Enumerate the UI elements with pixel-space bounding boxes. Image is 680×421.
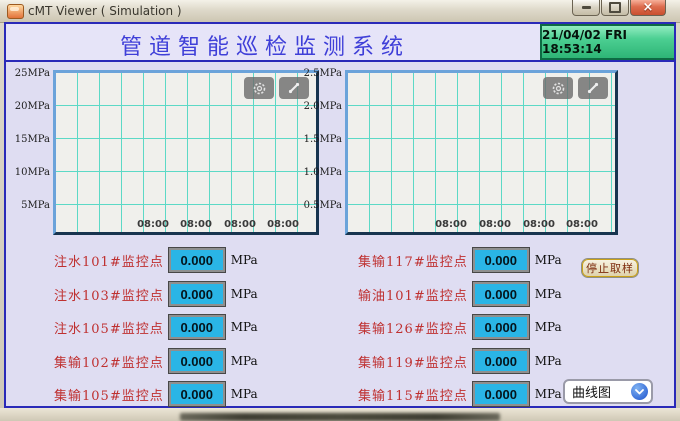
y-tick: 15MPa xyxy=(6,134,50,145)
monitor-row: 集输102#监控点 0.000 MPa xyxy=(54,350,258,372)
monitor-value: 0.000 xyxy=(169,315,225,339)
monitor-row: 集输115#监控点 0.000 MPa xyxy=(358,383,562,405)
window-bottom-frame xyxy=(0,408,680,421)
monitor-label: 集输126#监控点 xyxy=(358,318,468,337)
monitor-row: 注水103#监控点 0.000 MPa xyxy=(54,283,258,305)
monitor-label: 集输119#监控点 xyxy=(358,352,468,371)
monitor-unit: MPa xyxy=(535,253,562,267)
monitor-row: 集输126#监控点 0.000 MPa xyxy=(358,316,562,338)
monitor-label: 集输117#监控点 xyxy=(358,251,468,270)
close-button[interactable]: × xyxy=(630,0,666,16)
x-tick: 08:00 xyxy=(435,219,467,230)
x-tick: 08:00 xyxy=(180,219,212,230)
monitor-row: 集输105#监控点 0.000 MPa xyxy=(54,383,258,405)
monitor-label: 注水105#监控点 xyxy=(54,318,164,337)
monitor-value: 0.000 xyxy=(169,382,225,406)
monitor-value: 0.000 xyxy=(169,282,225,306)
chevron-down-icon xyxy=(635,389,644,395)
monitor-row: 注水101#监控点 0.000 MPa xyxy=(54,249,258,271)
x-tick: 08:00 xyxy=(137,219,169,230)
monitor-row: 集输117#监控点 0.000 MPa xyxy=(358,249,562,271)
monitor-label: 集输102#监控点 xyxy=(54,352,164,371)
y-tick: 2.5MPa xyxy=(298,68,342,79)
monitor-label: 输油101#监控点 xyxy=(358,285,468,304)
measure-pen-icon xyxy=(287,81,301,95)
x-tick: 08:00 xyxy=(267,219,299,230)
monitor-label: 注水103#监控点 xyxy=(54,285,164,304)
maximize-button[interactable] xyxy=(601,0,629,16)
monitor-value: 0.000 xyxy=(169,349,225,373)
cmt-viewer-window: cMT Viewer ( Simulation ) × 管道智能巡检监测系统 2… xyxy=(0,0,680,421)
monitor-unit: MPa xyxy=(535,387,562,401)
monitor-unit: MPa xyxy=(231,354,258,368)
monitor-unit: MPa xyxy=(231,287,258,301)
clock-display: 21/04/02 FRI 18:53:14 xyxy=(540,24,674,60)
main-panel: 管道智能巡检监测系统 21/04/02 FRI 18:53:14 25MPa 2… xyxy=(4,22,676,408)
y-tick: 25MPa xyxy=(6,68,50,79)
y-tick: 0.5MPa xyxy=(298,200,342,211)
monitor-label: 注水101#监控点 xyxy=(54,251,164,270)
chart-settings-button[interactable] xyxy=(244,77,274,99)
monitor-value: 0.000 xyxy=(473,349,529,373)
monitor-unit: MPa xyxy=(231,320,258,334)
stop-sampling-button[interactable]: 停止取样 xyxy=(581,258,639,278)
minimize-button[interactable] xyxy=(572,0,600,16)
x-tick: 08:00 xyxy=(523,219,555,230)
monitor-value: 0.000 xyxy=(169,248,225,272)
monitor-unit: MPa xyxy=(535,287,562,301)
maximize-icon xyxy=(609,2,621,13)
chart-measure-button[interactable] xyxy=(578,77,608,99)
minimize-icon xyxy=(582,6,591,9)
gear-icon xyxy=(252,81,267,96)
monitor-row: 输油101#监控点 0.000 MPa xyxy=(358,283,562,305)
monitor-label: 集输115#监控点 xyxy=(358,385,468,404)
monitor-value: 0.000 xyxy=(473,382,529,406)
monitor-value: 0.000 xyxy=(473,282,529,306)
window-title: cMT Viewer ( Simulation ) xyxy=(28,4,182,18)
trend-chart-right[interactable]: 08:00 08:00 08:00 08:00 xyxy=(345,70,618,235)
y-tick: 2.0MPa xyxy=(298,101,342,112)
dropdown-value: 曲线图 xyxy=(572,382,631,401)
gear-icon xyxy=(551,81,566,96)
monitor-unit: MPa xyxy=(535,320,562,334)
taskbar-behind-window xyxy=(180,413,500,421)
y-tick: 20MPa xyxy=(6,101,50,112)
x-tick: 08:00 xyxy=(566,219,598,230)
window-titlebar[interactable]: cMT Viewer ( Simulation ) × xyxy=(0,0,680,23)
y-tick: 1.0MPa xyxy=(298,167,342,178)
header-bar: 管道智能巡检监测系统 21/04/02 FRI 18:53:14 xyxy=(6,24,674,62)
y-tick: 5MPa xyxy=(6,200,50,211)
chart-settings-button[interactable] xyxy=(543,77,573,99)
monitor-unit: MPa xyxy=(231,387,258,401)
x-tick: 08:00 xyxy=(479,219,511,230)
trend-chart-left[interactable]: 08:00 08:00 08:00 08:00 xyxy=(53,70,319,235)
page-title: 管道智能巡检监测系统 xyxy=(6,29,524,61)
monitor-value: 0.000 xyxy=(473,315,529,339)
dropdown-chevron-button[interactable] xyxy=(631,383,648,400)
close-icon: × xyxy=(643,1,654,14)
y-tick: 10MPa xyxy=(6,167,50,178)
monitor-row: 集输119#监控点 0.000 MPa xyxy=(358,350,562,372)
x-tick: 08:00 xyxy=(224,219,256,230)
measure-pen-icon xyxy=(586,81,600,95)
view-dropdown[interactable]: 曲线图 xyxy=(563,379,653,404)
monitor-unit: MPa xyxy=(231,253,258,267)
monitor-value: 0.000 xyxy=(473,248,529,272)
monitor-unit: MPa xyxy=(535,354,562,368)
chart-measure-button[interactable] xyxy=(279,77,309,99)
y-tick: 1.5MPa xyxy=(298,134,342,145)
monitor-label: 集输105#监控点 xyxy=(54,385,164,404)
cmt-app-icon xyxy=(7,4,24,19)
monitor-row: 注水105#监控点 0.000 MPa xyxy=(54,316,258,338)
